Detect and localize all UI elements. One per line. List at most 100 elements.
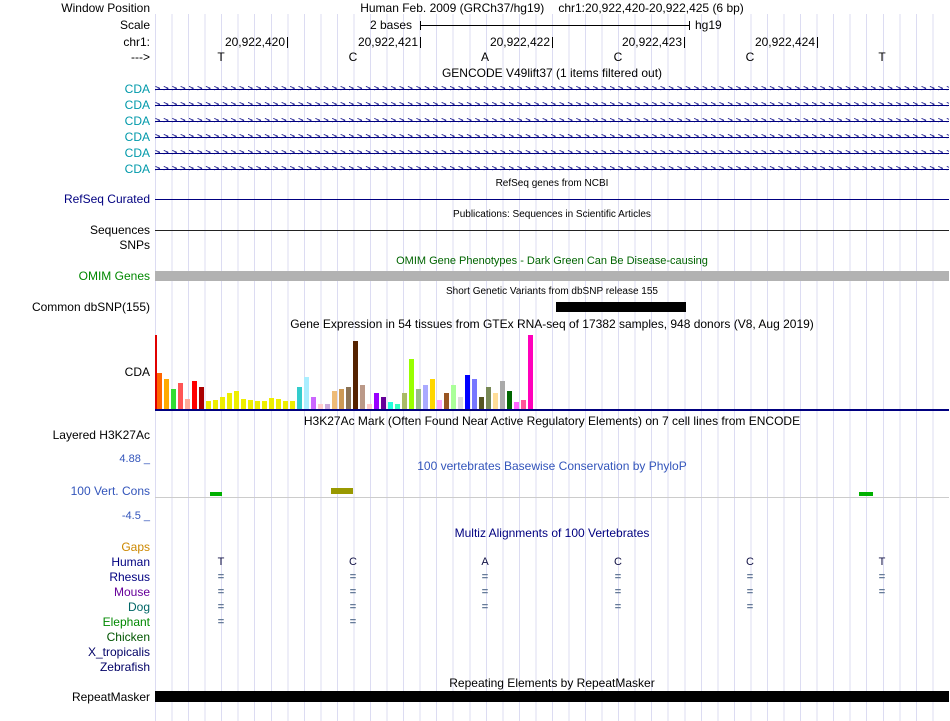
- gtex-tissue-bar[interactable]: [388, 402, 393, 409]
- h3k27ac-signal-line[interactable]: [155, 409, 949, 411]
- transcript-arrow-line[interactable]: >>>>>>>>>>>>>>>>>>>>>>>>>>>>>>>>>>>>>>>>…: [155, 113, 949, 129]
- gtex-tissue-bar[interactable]: [472, 379, 477, 409]
- gtex-tissue-bar[interactable]: [276, 399, 281, 409]
- dbsnp-variant-bar[interactable]: [556, 302, 686, 312]
- transcript-arrow-line[interactable]: >>>>>>>>>>>>>>>>>>>>>>>>>>>>>>>>>>>>>>>>…: [155, 161, 949, 177]
- gencode-item-label[interactable]: CDA: [0, 81, 150, 97]
- species-label[interactable]: Dog: [0, 600, 150, 615]
- sequences-label[interactable]: Sequences: [0, 223, 150, 238]
- repeatmasker-label[interactable]: RepeatMasker: [0, 690, 150, 705]
- gtex-tissue-bar[interactable]: [171, 389, 176, 409]
- gtex-tissue-bar[interactable]: [521, 400, 526, 409]
- position-range: chr1:20,922,420-20,922,425 (6 bp): [558, 1, 744, 15]
- sequences-line[interactable]: [155, 230, 949, 231]
- gtex-tissue-bar[interactable]: [304, 377, 309, 409]
- gtex-tissue-bar[interactable]: [178, 383, 183, 409]
- multiz-species-row: Rhesus = = = = = =: [0, 570, 950, 585]
- gtex-tissue-bar[interactable]: [297, 387, 302, 409]
- gtex-gene-label[interactable]: CDA: [0, 365, 150, 380]
- refseq-curated-label[interactable]: RefSeq Curated: [0, 192, 150, 207]
- gencode-item-label[interactable]: CDA: [0, 113, 150, 129]
- species-label[interactable]: Mouse: [0, 585, 150, 600]
- gtex-tissue-bar[interactable]: [227, 393, 232, 409]
- gtex-tissue-bar[interactable]: [486, 387, 491, 409]
- gtex-tissue-bar[interactable]: [248, 400, 253, 409]
- gtex-tissue-bar[interactable]: [262, 401, 267, 409]
- species-label[interactable]: Rhesus: [0, 570, 150, 585]
- omim-row: OMIM Genes: [0, 269, 950, 283]
- gtex-tissue-bar[interactable]: [283, 401, 288, 409]
- alignment-base: A: [481, 556, 489, 568]
- strand-label: --->: [131, 50, 150, 64]
- gtex-tissue-bar[interactable]: [346, 387, 351, 409]
- gencode-item-label[interactable]: CDA: [0, 97, 150, 113]
- gtex-tissue-bar[interactable]: [241, 399, 246, 409]
- gtex-tissue-bar[interactable]: [458, 397, 463, 409]
- gtex-tissue-bar[interactable]: [409, 359, 414, 409]
- gtex-tissue-bar[interactable]: [234, 391, 239, 409]
- gtex-tissue-bar[interactable]: [437, 400, 442, 409]
- species-alignment-row: = = = = = =: [155, 585, 949, 600]
- multiz-species-row: X_tropicalis: [0, 645, 950, 660]
- omim-genes-bar[interactable]: [155, 271, 949, 281]
- gtex-tissue-bar[interactable]: [206, 401, 211, 409]
- gtex-tissue-bar[interactable]: [430, 379, 435, 409]
- transcript-arrow-line[interactable]: >>>>>>>>>>>>>>>>>>>>>>>>>>>>>>>>>>>>>>>>…: [155, 145, 949, 161]
- gtex-tissue-bar[interactable]: [213, 400, 218, 409]
- gtex-tissue-bar[interactable]: [444, 393, 449, 409]
- gencode-title: GENCODE V49lift37 (1 items filtered out): [441, 66, 663, 80]
- species-label[interactable]: Human: [0, 555, 150, 570]
- gtex-tissue-bar[interactable]: [374, 393, 379, 409]
- gtex-bar-chart[interactable]: [157, 334, 537, 409]
- alignment-mark: =: [349, 571, 357, 583]
- gtex-tissue-bar[interactable]: [339, 389, 344, 409]
- transcript-arrow-line[interactable]: >>>>>>>>>>>>>>>>>>>>>>>>>>>>>>>>>>>>>>>>…: [155, 97, 949, 113]
- gtex-tissue-bar[interactable]: [360, 385, 365, 409]
- scale-row: Scale 2 bases hg19: [0, 18, 950, 33]
- gtex-tissue-bar[interactable]: [192, 381, 197, 409]
- gtex-tissue-bar[interactable]: [311, 397, 316, 409]
- gencode-item-label[interactable]: CDA: [0, 161, 150, 177]
- transcript-arrow-line[interactable]: >>>>>>>>>>>>>>>>>>>>>>>>>>>>>>>>>>>>>>>>…: [155, 81, 949, 97]
- gtex-tissue-bar[interactable]: [381, 397, 386, 409]
- gtex-tissue-bar[interactable]: [332, 391, 337, 409]
- gtex-tissue-bar[interactable]: [290, 401, 295, 409]
- gtex-tissue-bar[interactable]: [528, 335, 533, 409]
- gtex-tissue-bar[interactable]: [269, 398, 274, 409]
- gtex-tissue-bar[interactable]: [451, 385, 456, 409]
- gtex-tissue-bar[interactable]: [402, 393, 407, 409]
- refseq-curated-line[interactable]: [155, 199, 949, 200]
- omim-genes-label[interactable]: OMIM Genes: [0, 269, 150, 284]
- gtex-tissue-bar[interactable]: [220, 397, 225, 409]
- gtex-tissue-bar[interactable]: [164, 379, 169, 409]
- alignment-mark: =: [746, 586, 754, 598]
- gtex-tissue-bar[interactable]: [416, 389, 421, 409]
- gtex-tissue-bar[interactable]: [465, 375, 470, 409]
- gtex-tissue-bar[interactable]: [507, 391, 512, 409]
- gtex-tissue-bar[interactable]: [514, 402, 519, 409]
- gtex-tissue-bar[interactable]: [353, 341, 358, 409]
- gtex-tissue-bar[interactable]: [157, 373, 162, 409]
- gtex-tissue-bar[interactable]: [493, 393, 498, 409]
- omim-title: OMIM Gene Phenotypes - Dark Green Can Be…: [396, 255, 708, 267]
- gtex-tissue-bar[interactable]: [423, 385, 428, 409]
- species-label[interactable]: Elephant: [0, 615, 150, 630]
- gtex-tissue-bar[interactable]: [255, 401, 260, 409]
- snps-label[interactable]: SNPs: [0, 238, 150, 253]
- repeatmasker-bar[interactable]: [155, 691, 949, 702]
- h3k27ac-label[interactable]: Layered H3K27Ac: [0, 428, 150, 443]
- species-label[interactable]: X_tropicalis: [0, 645, 150, 660]
- phylop-track-label[interactable]: 100 Vert. Cons: [0, 484, 150, 499]
- species-label[interactable]: Zebrafish: [0, 660, 150, 675]
- gencode-item-label[interactable]: CDA: [0, 129, 150, 145]
- gencode-item-label[interactable]: CDA: [0, 145, 150, 161]
- transcript-arrow-line[interactable]: >>>>>>>>>>>>>>>>>>>>>>>>>>>>>>>>>>>>>>>>…: [155, 129, 949, 145]
- species-label[interactable]: Gaps: [0, 540, 150, 555]
- gtex-tissue-bar[interactable]: [479, 397, 484, 409]
- gtex-tissue-bar[interactable]: [199, 387, 204, 409]
- species-label[interactable]: Chicken: [0, 630, 150, 645]
- gtex-tissue-bar[interactable]: [185, 399, 190, 409]
- alignment-mark: =: [217, 601, 225, 613]
- gtex-tissue-bar[interactable]: [500, 381, 505, 409]
- dbsnp-label[interactable]: Common dbSNP(155): [0, 300, 150, 315]
